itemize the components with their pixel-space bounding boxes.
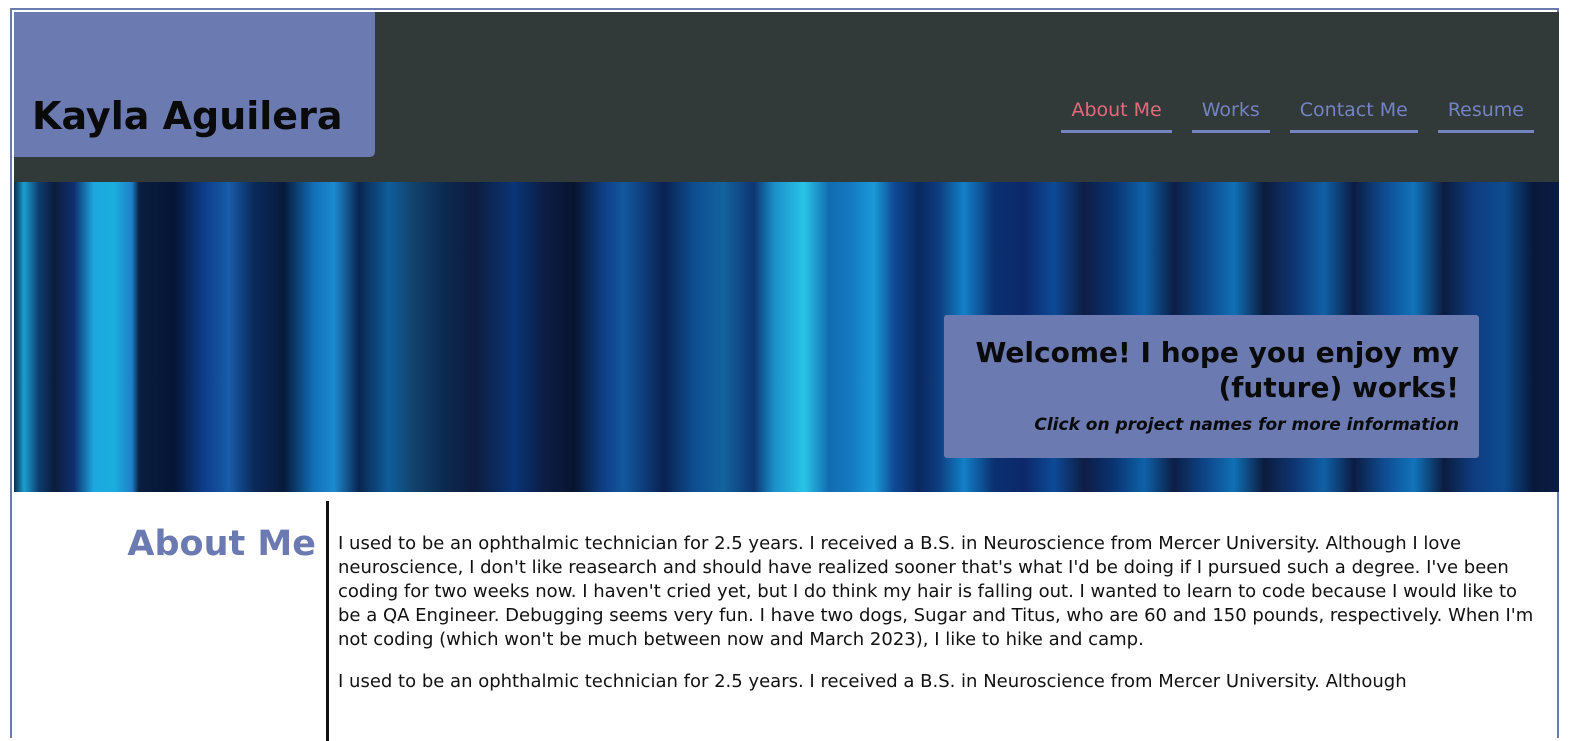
brand-block: Kayla Aguilera [14, 12, 375, 157]
welcome-heading: Welcome! I hope you enjoy my (future) wo… [975, 336, 1459, 404]
nav-link-about-me[interactable]: About Me [1061, 98, 1172, 133]
about-paragraph: I used to be an ophthalmic technician fo… [338, 671, 1407, 692]
about-me-heading: About Me [127, 524, 316, 564]
site-header: Kayla Aguilera About Me Works Contact Me… [14, 12, 1559, 182]
page-frame: Kayla Aguilera About Me Works Contact Me… [10, 8, 1559, 741]
about-me-text: I used to be an ophthalmic technician fo… [338, 532, 1538, 712]
site-title: Kayla Aguilera [32, 94, 343, 138]
nav-link-contact-me[interactable]: Contact Me [1289, 98, 1418, 133]
section-divider [326, 501, 329, 741]
welcome-subtext: Click on project names for more informat… [1034, 415, 1459, 435]
nav-link-resume[interactable]: Resume [1437, 98, 1534, 133]
main-nav: About Me Works Contact Me Resume [1061, 98, 1534, 133]
nav-link-works[interactable]: Works [1191, 98, 1270, 133]
welcome-box: Welcome! I hope you enjoy my (future) wo… [944, 315, 1479, 458]
about-paragraph: I used to be an ophthalmic technician fo… [338, 533, 1534, 650]
